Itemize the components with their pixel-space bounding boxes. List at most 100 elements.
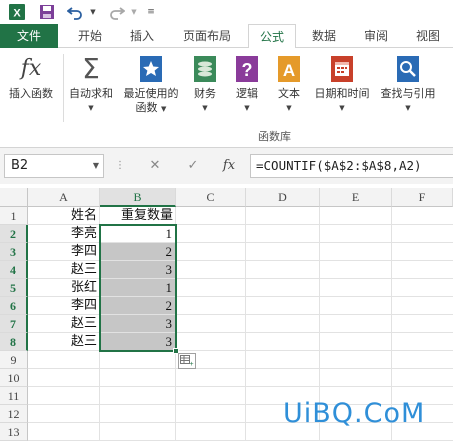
cancel-icon[interactable]: ✕ <box>140 156 170 176</box>
text-functions-button[interactable]: A 文本 ▼ <box>272 54 306 115</box>
insert-function-icon[interactable]: fx <box>214 156 244 176</box>
row-header[interactable]: 7 <box>0 315 28 333</box>
row-header[interactable]: 12 <box>0 405 28 423</box>
text-functions-label: 文本 <box>278 87 300 100</box>
tab-formulas[interactable]: 公式 <box>248 24 296 49</box>
row-header[interactable]: 6 <box>0 297 28 315</box>
row-header[interactable]: 9 <box>0 351 28 369</box>
tab-home[interactable]: 开始 <box>68 24 112 48</box>
column-header-b[interactable]: B <box>100 188 176 207</box>
tab-data[interactable]: 数据 <box>302 24 346 48</box>
financial-button[interactable]: 财务 ▼ <box>188 54 222 115</box>
tab-view[interactable]: 视图 <box>406 24 450 48</box>
fx-glyph: fx <box>20 56 42 81</box>
col-line-c <box>245 207 246 441</box>
column-header-c[interactable]: C <box>176 188 246 207</box>
name-cell[interactable]: 李四 <box>28 243 100 261</box>
count-cell[interactable]: 2 <box>100 297 176 315</box>
text-book-icon: A <box>274 54 304 84</box>
column-header-a[interactable]: A <box>28 188 100 207</box>
col-line-a <box>99 351 100 441</box>
customize-qat-icon[interactable]: ≡ <box>146 2 156 22</box>
datetime-label: 日期和时间 <box>314 87 370 100</box>
recently-used-label-2: 函数 <box>135 101 158 114</box>
name-box-dropdown-icon[interactable]: ▼ <box>93 155 99 177</box>
undo-icon[interactable] <box>64 2 86 22</box>
redo-icon[interactable] <box>106 2 128 22</box>
row-header[interactable]: 10 <box>0 369 28 387</box>
column-header-d[interactable]: D <box>246 188 320 207</box>
tab-review[interactable]: 审阅 <box>354 24 398 48</box>
row-header[interactable]: 2 <box>0 225 28 243</box>
svg-text:X: X <box>13 8 21 20</box>
lookup-caret-icon: ▼ <box>405 104 411 112</box>
undo-dropdown-icon[interactable]: ▼ <box>88 2 98 22</box>
logical-button[interactable]: ? 逻辑 ▼ <box>230 54 264 115</box>
watermark-text: UiBQ.CoM <box>283 398 426 429</box>
row-header[interactable]: 8 <box>0 333 28 351</box>
name-cell[interactable]: 李四 <box>28 297 100 315</box>
question-book-icon: ? <box>232 54 262 84</box>
sigma-icon: Σ <box>82 52 100 85</box>
count-cell[interactable]: 2 <box>100 243 176 261</box>
logical-caret-icon: ▼ <box>244 104 250 112</box>
column-header-f[interactable]: F <box>392 188 453 207</box>
star-book-icon <box>136 54 166 84</box>
tab-file[interactable]: 文件 <box>0 24 58 48</box>
financial-label: 财务 <box>194 87 216 100</box>
count-cell[interactable]: 1 <box>100 279 176 297</box>
formula-input[interactable]: =COUNTIF($A$2:$A$8,A2) <box>250 154 453 178</box>
autosum-button[interactable]: Σ 自动求和 ▼ <box>66 54 116 115</box>
coins-book-icon <box>190 54 220 84</box>
save-icon[interactable] <box>36 2 58 22</box>
count-cell-active[interactable]: 1 <box>100 225 176 243</box>
select-all-corner[interactable] <box>0 188 28 207</box>
name-cell[interactable]: 赵三 <box>28 261 100 279</box>
ribbon-formulas: fx 插入函数 Σ 自动求和 ▼ 最近使用的 函数 ▼ 财务 ▼ ? 逻辑 ▼ … <box>0 48 453 148</box>
tab-page-layout[interactable]: 页面布局 <box>172 24 242 48</box>
svg-text:+: + <box>189 361 193 367</box>
name-cell[interactable]: 张红 <box>28 279 100 297</box>
col-line-b <box>175 351 176 441</box>
autofill-options-icon[interactable]: + <box>178 353 196 369</box>
count-cell[interactable]: 3 <box>100 261 176 279</box>
row-header[interactable]: 11 <box>0 387 28 405</box>
name-box[interactable]: B2 ▼ <box>4 154 104 178</box>
function-library-group-label: 函数库 <box>258 130 291 143</box>
redo-dropdown-icon[interactable]: ▼ <box>129 2 139 22</box>
cell-b1[interactable]: 重复数量 <box>100 207 176 225</box>
row-header[interactable]: 3 <box>0 243 28 261</box>
count-cell[interactable]: 3 <box>100 333 176 351</box>
recently-used-caret-icon: ▼ <box>161 105 167 113</box>
quick-access-toolbar: X ▼ ▼ ≡ <box>0 0 453 24</box>
excel-logo-icon: X <box>6 2 28 22</box>
autosum-caret-icon: ▼ <box>88 104 94 112</box>
recently-used-button[interactable]: 最近使用的 函数 ▼ <box>118 54 184 116</box>
formula-bar: B2 ▼ ⋮ ✕ ✓ fx =COUNTIF($A$2:$A$8,A2) <box>0 148 453 184</box>
magnifier-book-icon <box>393 54 423 84</box>
name-cell[interactable]: 赵三 <box>28 315 100 333</box>
enter-icon[interactable]: ✓ <box>178 156 208 176</box>
name-cell[interactable]: 李亮 <box>28 225 100 243</box>
row-header[interactable]: 5 <box>0 279 28 297</box>
insert-function-button[interactable]: fx 插入函数 <box>2 54 60 101</box>
insert-function-label: 插入函数 <box>9 87 53 100</box>
formula-bar-grip-icon: ⋮ <box>115 160 125 171</box>
tab-insert[interactable]: 插入 <box>120 24 164 48</box>
lookup-button[interactable]: 查找与引用 ▼ <box>376 54 440 115</box>
datetime-caret-icon: ▼ <box>339 104 345 112</box>
autosum-label: 自动求和 <box>69 87 113 100</box>
row-header[interactable]: 1 <box>0 207 28 225</box>
fx-icon: fx <box>16 54 46 84</box>
svg-text:?: ? <box>242 60 253 80</box>
recently-used-label-1: 最近使用的 <box>123 87 179 100</box>
count-cell[interactable]: 3 <box>100 315 176 333</box>
name-cell[interactable]: 赵三 <box>28 333 100 351</box>
ribbon-tabs: 文件 开始 插入 页面布局 公式 数据 审阅 视图 <box>0 24 453 49</box>
datetime-button[interactable]: 日期和时间 ▼ <box>310 54 374 115</box>
row-header[interactable]: 4 <box>0 261 28 279</box>
cell-a1[interactable]: 姓名 <box>28 207 100 225</box>
row-header[interactable]: 13 <box>0 423 28 441</box>
column-header-e[interactable]: E <box>320 188 392 207</box>
svg-text:A: A <box>283 61 295 80</box>
